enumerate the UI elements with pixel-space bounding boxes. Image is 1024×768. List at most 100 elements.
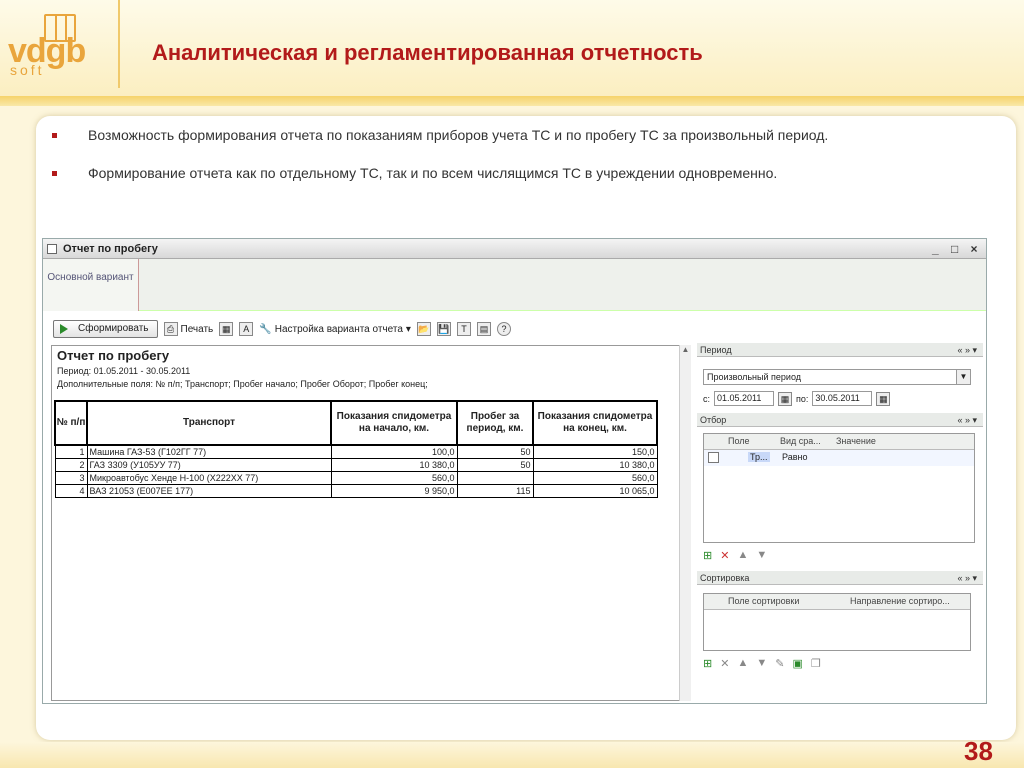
filter-col-field: Поле bbox=[728, 436, 750, 446]
cell-transport: Микроавтобус Хенде Н-100 (Х222ХХ 77) bbox=[86, 470, 332, 485]
period-select-value: Произвольный период bbox=[707, 372, 801, 382]
filter-header-label: Отбор bbox=[700, 415, 727, 425]
print-button[interactable]: ⎙ Печать bbox=[163, 322, 214, 336]
from-date-field[interactable]: 01.05.2011 bbox=[714, 391, 775, 406]
report-window: Отчет по пробегу _ □ × Основной вариант … bbox=[42, 238, 987, 704]
table-header-row: № п/п Транспорт Показания спидометра на … bbox=[54, 400, 658, 446]
wrench-icon: 🔧 bbox=[259, 323, 272, 335]
print-label: Печать bbox=[180, 323, 214, 335]
filter-section-header[interactable]: Отбор « » ▾ bbox=[697, 413, 983, 427]
cell-end: 10 065,0 bbox=[532, 483, 658, 498]
chevron-down-icon[interactable]: ▼ bbox=[956, 370, 970, 384]
cell-transport: ГАЗ 3309 (У105УУ 77) bbox=[86, 457, 332, 472]
window-icon bbox=[47, 244, 57, 254]
filter-grid: Поле Вид сра... Значение Тр... Равно bbox=[703, 433, 975, 543]
logo-subtext: soft bbox=[10, 62, 45, 78]
sort-col-direction: Направление сортиро... bbox=[850, 596, 950, 606]
window-controls: _ □ × bbox=[927, 239, 982, 259]
date-range: с: 01.05.2011 ▦ по: 30.05.2011 ▦ bbox=[703, 391, 891, 406]
generate-label: Сформировать bbox=[78, 323, 149, 334]
delete-icon[interactable]: ✕ bbox=[720, 657, 729, 670]
report-title: Отчет по пробегу bbox=[57, 348, 170, 363]
sort-section-header[interactable]: Сортировка « » ▾ bbox=[697, 571, 983, 585]
report-fields: Дополнительные поля: № п/п; Транспорт; П… bbox=[57, 379, 428, 389]
period-section-header[interactable]: Период « » ▾ bbox=[697, 343, 983, 357]
cell-end: 150,0 bbox=[532, 444, 658, 459]
collapse-arrows-icon[interactable]: « » ▾ bbox=[957, 413, 977, 427]
close-button[interactable]: × bbox=[966, 239, 982, 259]
sort-grid: Поле сортировки Направление сортиро... bbox=[703, 593, 971, 651]
header-separator bbox=[118, 0, 120, 88]
copy-icon[interactable]: ❐ bbox=[811, 657, 821, 670]
cell-number: 1 bbox=[54, 444, 88, 459]
move-down-icon[interactable]: ▼ bbox=[756, 657, 767, 670]
to-date-field[interactable]: 30.05.2011 bbox=[812, 391, 873, 406]
cell-number: 4 bbox=[54, 483, 88, 498]
bullet-marker bbox=[52, 133, 57, 138]
filter-col-kind: Вид сра... bbox=[780, 436, 821, 446]
settings-panel: Период « » ▾ Произвольный период ▼ с: 01… bbox=[697, 343, 983, 703]
report-period: Период: 01.05.2011 - 30.05.2011 bbox=[57, 366, 191, 376]
maximize-button[interactable]: □ bbox=[947, 239, 963, 259]
bullet-text: Возможность формирования отчета по показ… bbox=[88, 127, 829, 143]
table-row: 2 ГАЗ 3309 (У105УУ 77) 10 380,0 50 10 38… bbox=[54, 457, 658, 472]
table-icon[interactable]: ▦ bbox=[219, 322, 234, 336]
group-icon[interactable]: ▣ bbox=[792, 657, 802, 670]
calendar-icon[interactable]: ▦ bbox=[778, 391, 793, 406]
report-sheet: Отчет по пробегу Период: 01.05.2011 - 30… bbox=[51, 345, 691, 701]
help-icon[interactable]: ? bbox=[496, 322, 511, 336]
text-icon[interactable]: T bbox=[456, 322, 471, 336]
bullet-list: Возможность формирования отчета по показ… bbox=[52, 126, 952, 183]
filter-grid-header: Поле Вид сра... Значение bbox=[704, 434, 974, 450]
calendar-icon[interactable]: ▦ bbox=[876, 391, 891, 406]
settings-label: Настройка варианта отчета bbox=[274, 323, 403, 335]
from-label: с: bbox=[703, 393, 711, 404]
move-down-icon[interactable]: ▼ bbox=[756, 549, 767, 562]
printer-icon: ⎙ bbox=[163, 322, 178, 336]
collapse-arrows-icon[interactable]: « » ▾ bbox=[957, 343, 977, 357]
cell-number: 3 bbox=[54, 470, 88, 485]
sort-header-label: Сортировка bbox=[700, 573, 750, 583]
generate-button[interactable]: Сформировать bbox=[53, 320, 158, 338]
col-end: Показания спидометра на конец, км. bbox=[532, 400, 658, 446]
edit-icon[interactable]: ✎ bbox=[775, 657, 784, 670]
tab-main-variant[interactable]: Основной вариант bbox=[43, 259, 139, 311]
page-number: 38 bbox=[964, 736, 993, 766]
save-icon[interactable]: 💾 bbox=[436, 322, 451, 336]
cell-start: 100,0 bbox=[330, 444, 458, 459]
col-transport: Транспорт bbox=[86, 400, 332, 446]
cell-mileage bbox=[456, 470, 534, 485]
report-scrollbar[interactable]: ▲ bbox=[679, 345, 691, 701]
to-label: по: bbox=[796, 393, 809, 404]
folder-icon[interactable]: 📂 bbox=[416, 322, 431, 336]
filter-field-cell[interactable]: Тр... bbox=[748, 452, 770, 462]
panel-icon[interactable]: ▤ bbox=[476, 322, 491, 336]
cell-start: 10 380,0 bbox=[330, 457, 458, 472]
filter-toolbar: ⊞ ✕ ▲ ▼ bbox=[703, 549, 767, 562]
filter-row[interactable]: Тр... Равно bbox=[704, 450, 974, 466]
table-row: 3 Микроавтобус Хенде Н-100 (Х222ХХ 77) 5… bbox=[54, 470, 658, 485]
col-mileage: Пробег за период, км. bbox=[456, 400, 534, 446]
sort-toolbar: ⊞ ✕ ▲ ▼ ✎ ▣ ❐ bbox=[703, 657, 821, 670]
header-divider bbox=[0, 96, 1024, 106]
sort-col-field: Поле сортировки bbox=[728, 596, 800, 606]
cell-number: 2 bbox=[54, 457, 88, 472]
filter-kind-cell[interactable]: Равно bbox=[782, 452, 807, 462]
table-row: 1 Машина ГАЗ-53 (Г102ГГ 77) 100,0 50 150… bbox=[54, 444, 658, 459]
move-up-icon[interactable]: ▲ bbox=[737, 657, 748, 670]
add-icon[interactable]: ⊞ bbox=[703, 549, 712, 562]
collapse-arrows-icon[interactable]: « » ▾ bbox=[957, 571, 977, 585]
col-start: Показания спидометра на начало, км. bbox=[330, 400, 458, 446]
minimize-button[interactable]: _ bbox=[927, 239, 943, 259]
variant-settings-button[interactable]: 🔧 Настройка варианта отчета ▾ bbox=[259, 324, 411, 335]
add-icon[interactable]: ⊞ bbox=[703, 657, 712, 670]
cell-end: 10 380,0 bbox=[532, 457, 658, 472]
filter-checkbox[interactable] bbox=[708, 452, 719, 463]
period-select[interactable]: Произвольный период ▼ bbox=[703, 369, 971, 385]
cell-mileage: 50 bbox=[456, 457, 534, 472]
delete-icon[interactable]: ✕ bbox=[720, 549, 729, 562]
col-number: № п/п bbox=[54, 400, 88, 446]
window-title: Отчет по пробегу bbox=[63, 243, 158, 255]
font-icon[interactable]: A bbox=[239, 322, 254, 336]
move-up-icon[interactable]: ▲ bbox=[737, 549, 748, 562]
